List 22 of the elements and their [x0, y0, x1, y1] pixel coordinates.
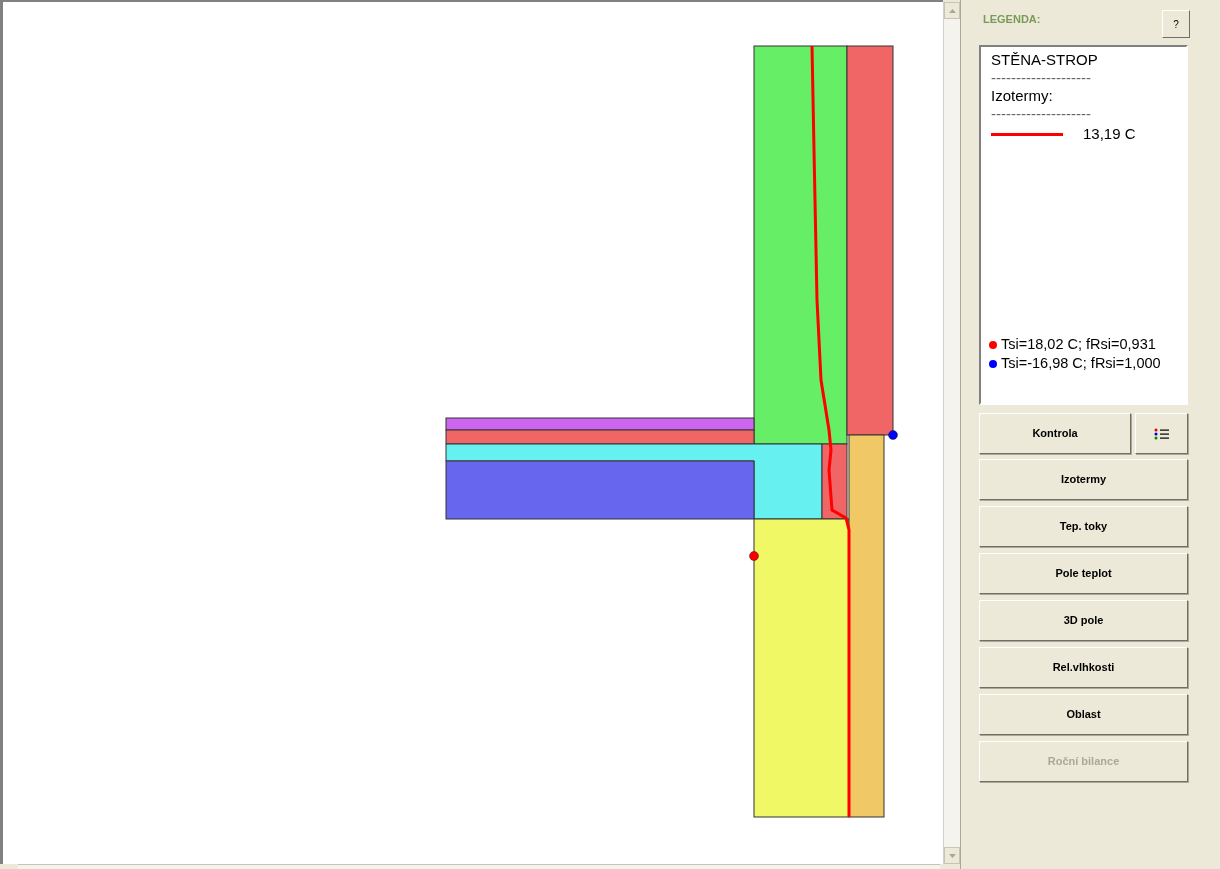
help-button[interactable]: ?: [1162, 10, 1190, 38]
legend-text: Izotermy:: [991, 87, 1054, 105]
legend-text: --------------------: [991, 69, 1092, 81]
point-result: Tsi=18,02 C; fRsi=0,931: [1001, 335, 1156, 354]
legend-text: STĚNA-STROP: [991, 51, 1099, 69]
action-button[interactable]: Pole teplot: [979, 553, 1188, 594]
isotherm-value: 13,19 C: [1083, 124, 1136, 144]
horizontal-scrollbar[interactable]: [18, 864, 940, 869]
legend-list-button[interactable]: [1135, 413, 1188, 454]
legend-heading: LEGENDA:: [983, 12, 1041, 27]
action-button[interactable]: Tep. toky: [979, 506, 1188, 547]
action-button[interactable]: Kontrola: [979, 413, 1131, 454]
action-button[interactable]: 3D pole: [979, 600, 1188, 641]
scroll-down-icon[interactable]: [944, 847, 960, 864]
action-button[interactable]: Oblast: [979, 694, 1188, 735]
scroll-up-icon[interactable]: [944, 2, 960, 19]
legend-text: --------------------: [991, 105, 1092, 117]
vertical-scrollbar[interactable]: [943, 2, 960, 864]
point-result: Tsi=-16,98 C; fRsi=1,000: [1001, 354, 1161, 373]
action-button[interactable]: Rel.vlhkosti: [979, 647, 1188, 688]
action-button[interactable]: Izotermy: [979, 459, 1188, 500]
list-icon: [1153, 427, 1170, 440]
